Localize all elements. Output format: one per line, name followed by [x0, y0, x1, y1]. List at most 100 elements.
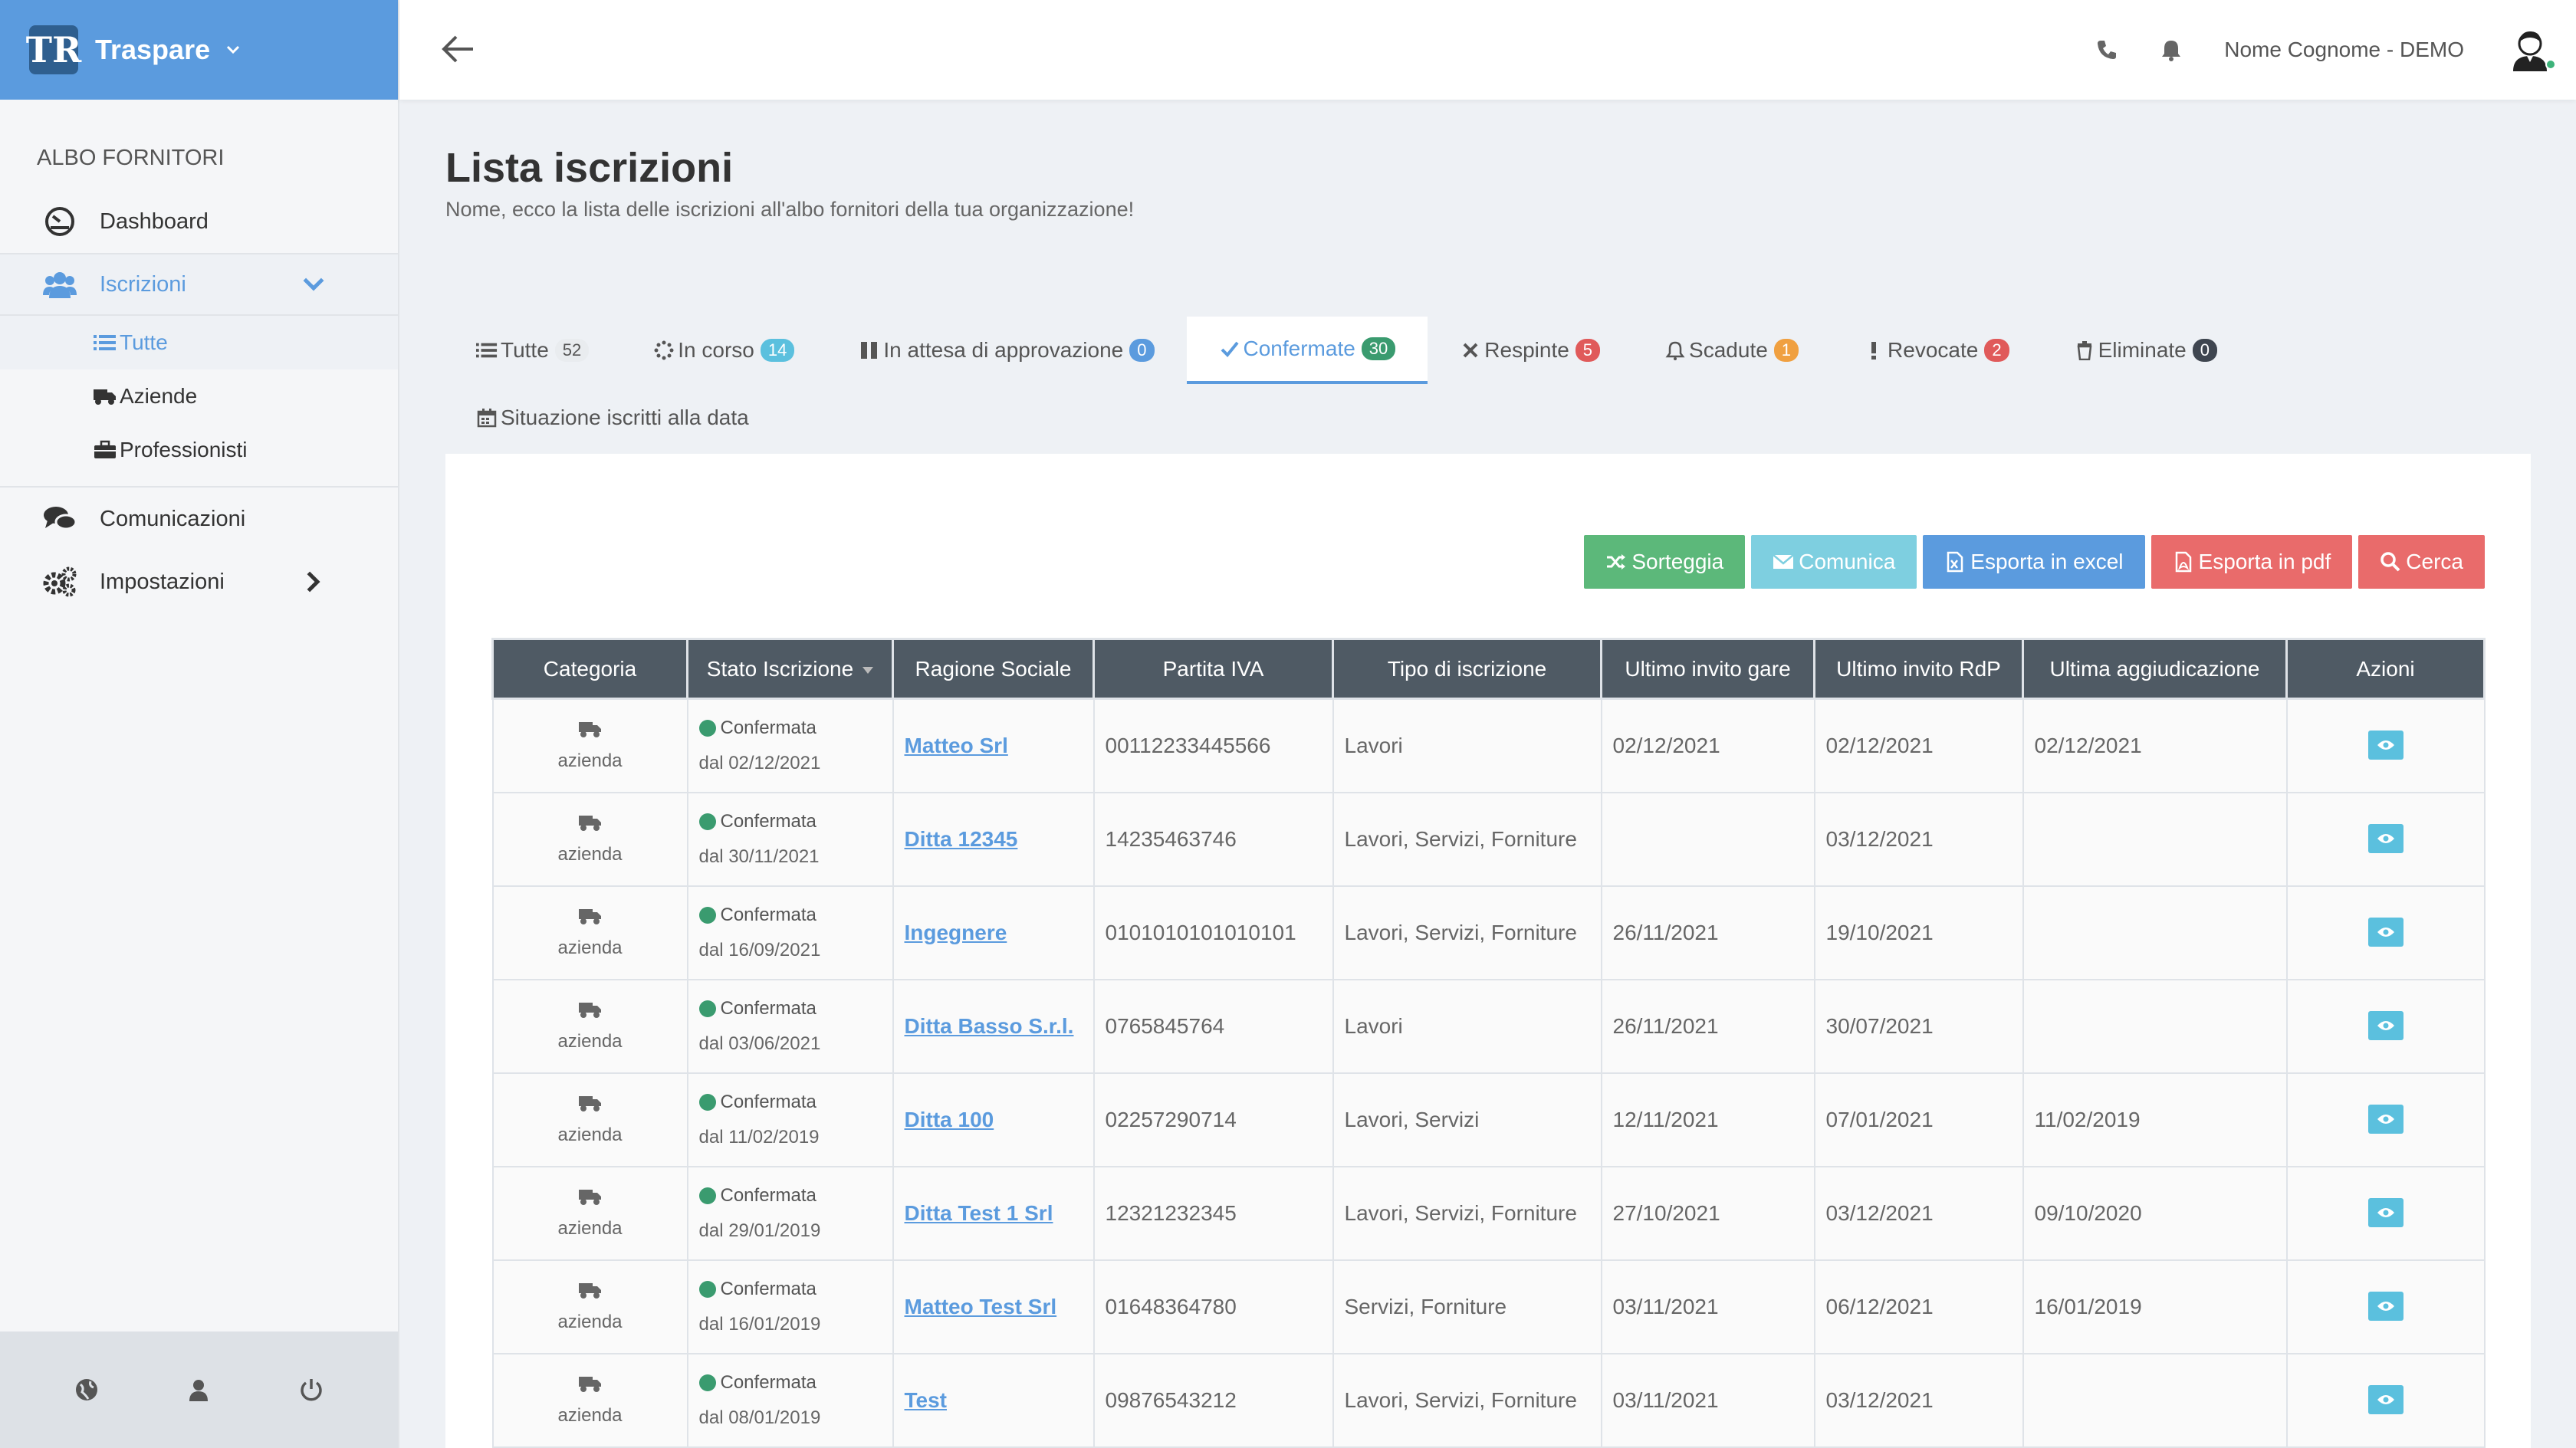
brand-logo: TR [26, 25, 81, 74]
cell-stato: Confermata dal 29/01/2019 [686, 1165, 894, 1261]
view-button[interactable] [2367, 823, 2404, 853]
cell-partita-iva: 0101010101010101 [1092, 885, 1334, 980]
sidebar-subitem-aziende[interactable]: Aziende [0, 369, 398, 423]
ragione-sociale-link[interactable]: Matteo Srl [905, 734, 1008, 757]
view-button[interactable] [2367, 1384, 2404, 1414]
categoria-text: azienda [557, 750, 623, 771]
phone-icon[interactable] [2095, 38, 2118, 61]
sidebar-item-comunicazioni[interactable]: Comunicazioni [0, 488, 398, 550]
stato-text: Confermata [720, 1091, 816, 1112]
column-header[interactable]: Ragione Sociale [892, 638, 1095, 700]
envelope-icon [1773, 554, 1795, 569]
ragione-sociale-link[interactable]: Matteo Test Srl [905, 1295, 1057, 1318]
cell-tipo: Lavori [1332, 978, 1602, 1074]
tab-confermate[interactable]: Confermate 30 [1186, 317, 1428, 384]
sorteggia-button[interactable]: Sorteggia [1584, 535, 1746, 589]
sidebar-subitem-professionisti[interactable]: Professionisti [0, 423, 398, 477]
stato-text: Confermata [720, 810, 816, 832]
count-badge: 52 [554, 339, 590, 362]
tab-tutte[interactable]: Tutte 52 [445, 317, 621, 384]
tab-label: Scadute [1689, 338, 1768, 362]
cell-ultima-aggiudicazione: 11/02/2019 [2022, 1072, 2288, 1167]
eye-icon [2377, 1394, 2394, 1404]
stato-text: Confermata [720, 1278, 816, 1299]
column-header[interactable]: Partita IVA [1092, 638, 1334, 700]
chevron-down-icon [303, 277, 324, 291]
categoria-text: azienda [557, 1030, 623, 1052]
sidebar-subitem-tutte[interactable]: Tutte [0, 316, 398, 369]
truck-icon [578, 815, 601, 831]
column-header[interactable]: Ultimo invito RdP [1813, 638, 2024, 700]
categoria-text: azienda [557, 1124, 623, 1145]
tab-revocate[interactable]: Revocate 2 [1831, 317, 2042, 384]
tab-label: Respinte [1484, 338, 1569, 362]
cell-tipo: Lavori [1332, 698, 1602, 793]
cerca-button[interactable]: Cerca [2358, 535, 2485, 589]
search-icon [2380, 552, 2400, 572]
cell-partita-iva: 00112233445566 [1092, 698, 1334, 793]
tab-label: Revocate [1888, 338, 1979, 362]
tab-eliminate[interactable]: Eliminate 0 [2042, 317, 2249, 384]
view-button[interactable] [2367, 730, 2404, 760]
sidebar-item-impostazioni[interactable]: Impostazioni [0, 550, 398, 613]
stato-date: dal 11/02/2019 [698, 1126, 820, 1148]
cell-ultimo-invito-gare: 03/11/2021 [1600, 1259, 1815, 1354]
comunica-button[interactable]: Comunica [1751, 535, 1917, 589]
cell-ragione-sociale: Ingegnere [892, 885, 1095, 980]
dashboard-icon [45, 207, 74, 236]
back-arrow-icon[interactable] [439, 32, 476, 66]
sidebar-item-iscrizioni[interactable]: Iscrizioni [0, 253, 398, 316]
cell-ragione-sociale: Ditta Test 1 Srl [892, 1165, 1095, 1261]
sidebar-footer [0, 1331, 398, 1448]
tab-in-attesa[interactable]: In attesa di approvazione 0 [826, 317, 1186, 384]
tab-situazione[interactable]: Situazione iscritti alla data [445, 384, 2469, 451]
brand-header[interactable]: TR Traspare [0, 0, 398, 100]
cell-ultimo-invito-rdp: 07/01/2021 [1813, 1072, 2024, 1167]
brand-name: Traspare [95, 34, 211, 65]
ragione-sociale-link[interactable]: Ditta 12345 [905, 827, 1018, 851]
esporta-pdf-button[interactable]: Esporta in pdf [2150, 535, 2353, 589]
button-label: Esporta in excel [1970, 550, 2124, 573]
column-header[interactable]: Ultimo invito gare [1600, 638, 1815, 700]
view-button[interactable] [2367, 1197, 2404, 1227]
view-button[interactable] [2367, 1010, 2404, 1040]
esporta-excel-button[interactable]: Esporta in excel [1923, 535, 2145, 589]
tab-scadute[interactable]: Scadute 1 [1632, 317, 1831, 384]
view-button[interactable] [2367, 1104, 2404, 1134]
ragione-sociale-link[interactable]: Test [905, 1388, 948, 1412]
cell-azioni [2285, 978, 2486, 1074]
view-button[interactable] [2367, 1291, 2404, 1321]
sidebar-item-dashboard[interactable]: Dashboard [0, 190, 398, 253]
count-badge: 30 [1361, 337, 1396, 360]
ragione-sociale-link[interactable]: Ditta 100 [905, 1108, 994, 1131]
eye-icon [2377, 740, 2394, 750]
user-name[interactable]: Nome Cognome - DEMO [2224, 38, 2464, 62]
ragione-sociale-link[interactable]: Ditta Test 1 Srl [905, 1201, 1053, 1225]
avatar[interactable] [2507, 27, 2556, 73]
globe-icon[interactable] [74, 1377, 100, 1403]
cell-stato: Confermata dal 30/11/2021 [686, 791, 894, 887]
table-row: azienda Confermata dal 30/11/2021 Ditta 123… [491, 791, 2486, 887]
cell-categoria: azienda [491, 885, 688, 980]
page-subtitle: Nome, ecco la lista delle iscrizioni all… [445, 198, 1135, 221]
tab-respinte[interactable]: Respinte 5 [1428, 317, 1632, 384]
ragione-sociale-link[interactable]: Ingegnere [905, 921, 1007, 944]
column-header[interactable]: Tipo di iscrizione [1332, 638, 1602, 700]
view-button[interactable] [2367, 917, 2404, 947]
tab-in-corso[interactable]: In corso 14 [621, 317, 826, 384]
column-header[interactable]: Categoria [491, 638, 688, 700]
count-badge: 1 [1773, 339, 1799, 362]
column-header-stato[interactable]: Stato Iscrizione [686, 638, 894, 700]
stato-text: Confermata [720, 1371, 816, 1393]
user-icon[interactable] [186, 1377, 212, 1403]
column-header[interactable]: Ultima aggiudicazione [2022, 638, 2288, 700]
ragione-sociale-link[interactable]: Ditta Basso S.r.l. [905, 1014, 1074, 1038]
main-content: Lista iscrizioni Nome, ecco la lista del… [399, 100, 2576, 1448]
categoria-text: azienda [557, 937, 623, 958]
cell-ultimo-invito-gare: 03/11/2021 [1600, 1352, 1815, 1448]
power-icon[interactable] [298, 1377, 324, 1403]
cell-ultima-aggiudicazione [2022, 978, 2288, 1074]
bell-icon[interactable] [2160, 38, 2183, 61]
results-panel: Sorteggia Comunica Esporta in excel Espo… [445, 454, 2531, 1448]
cell-ultimo-invito-rdp: 03/12/2021 [1813, 1352, 2024, 1448]
